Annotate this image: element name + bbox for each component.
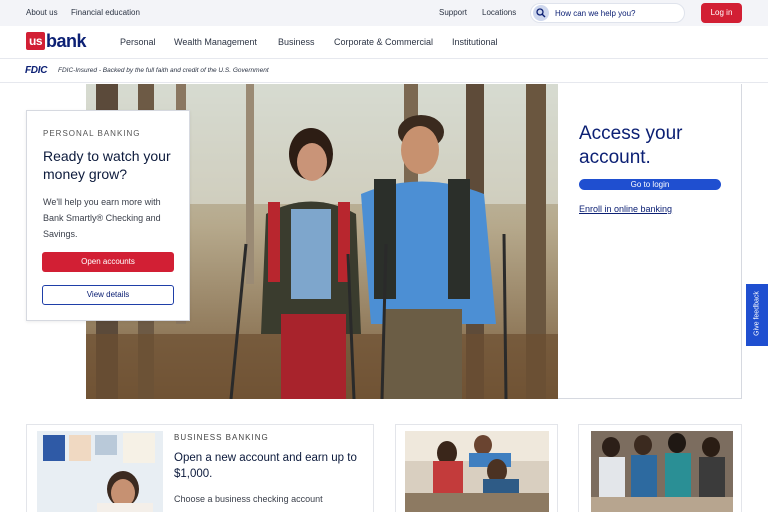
business-owner-image [37,431,163,512]
give-feedback-label: Give feedback [753,291,761,336]
about-us-link[interactable]: About us [26,8,58,17]
promo-body: We'll help you earn more with Bank Smart… [43,197,161,239]
nav-institutional[interactable]: Institutional [452,37,498,47]
students-promo-card[interactable] [578,424,742,512]
promo-title: Ready to watch your money grow? [43,148,171,182]
nav-personal[interactable]: Personal [120,37,156,47]
financial-education-link[interactable]: Financial education [71,8,140,17]
access-account-title: Access your account. [579,123,683,168]
nav-corporate-commercial[interactable]: Corporate & Commercial [334,37,433,47]
logo-bank-wordmark: bank [46,30,87,51]
family-promo-card[interactable] [395,424,558,512]
nav-business[interactable]: Business [278,37,315,47]
personal-banking-promo-card: PERSONAL BANKING Ready to watch your mon… [26,110,190,321]
business-banking-card[interactable]: BUSINESS BANKING Open a new account and … [26,424,374,512]
utility-bar: About us Financial education Support Loc… [0,0,768,26]
search-icon[interactable] [533,5,549,21]
main-navigation: us bank Personal Wealth Management Busin… [0,26,768,58]
nav-wealth-management[interactable]: Wealth Management [174,37,257,47]
go-to-login-button[interactable]: Go to login [579,179,721,190]
locations-link[interactable]: Locations [482,8,516,17]
promo-eyebrow: PERSONAL BANKING [43,129,141,138]
view-details-button[interactable]: View details [42,285,174,305]
business-card-title: Open a new account and earn up to $1,000… [174,452,357,480]
log-in-button[interactable]: Log in [701,3,742,23]
logo-us-mark: us [26,32,46,50]
family-image [405,431,549,512]
support-link[interactable]: Support [439,8,467,17]
give-feedback-tab[interactable]: Give feedback [746,284,768,346]
us-bank-logo[interactable]: us bank [26,30,87,52]
business-card-eyebrow: BUSINESS BANKING [174,433,269,442]
fdic-logo: FDIC [25,65,48,76]
search-placeholder: How can we help you? [555,9,636,18]
fdic-statement: FDIC-Insured - Backed by the full faith … [58,67,269,74]
enroll-online-banking-link[interactable]: Enroll in online banking [579,204,672,214]
search-input[interactable]: How can we help you? [530,3,685,23]
access-account-panel: Access your account. Go to login Enroll … [558,84,742,399]
open-accounts-button[interactable]: Open accounts [42,252,174,272]
business-card-body: Choose a business checking account [174,494,323,504]
students-image [591,431,733,512]
fdic-banner: FDIC FDIC-Insured - Backed by the full f… [0,58,768,83]
